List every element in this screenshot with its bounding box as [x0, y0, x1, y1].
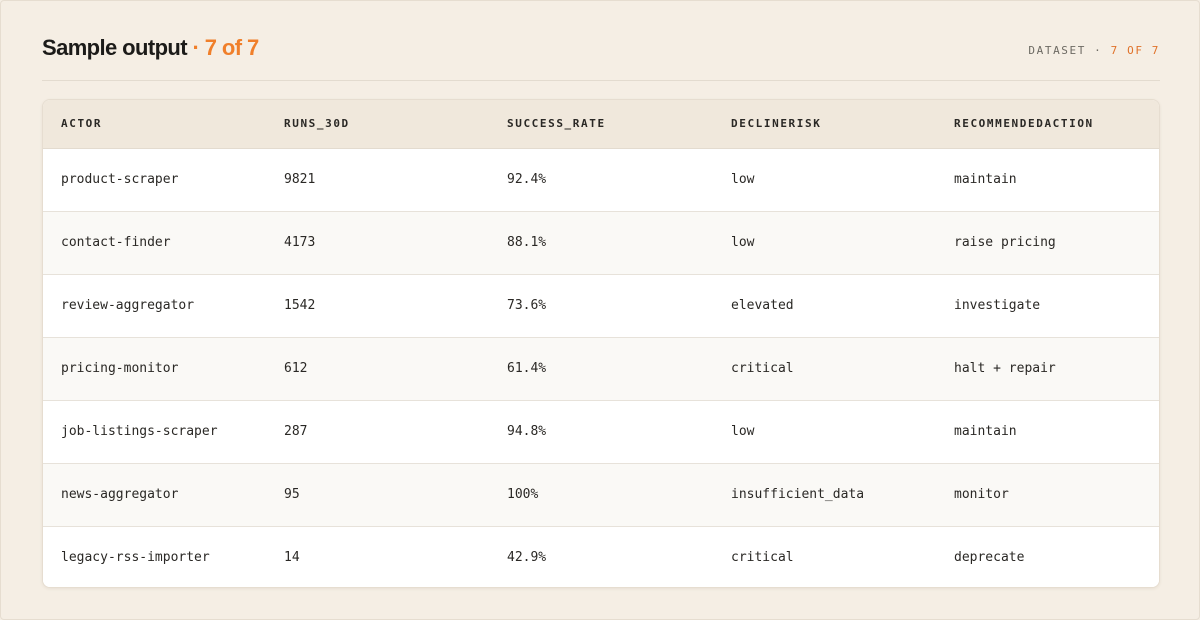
- cell-decline-risk: low: [713, 148, 936, 212]
- column-header-decline-risk: DECLINERISK: [713, 100, 936, 149]
- cell-recommended-action: raise pricing: [936, 211, 1159, 275]
- cell-decline-risk: critical: [713, 337, 936, 401]
- cell-runs: 14: [284, 550, 300, 565]
- cell-actor: contact-finder: [43, 211, 266, 275]
- title-text: Sample output: [42, 35, 188, 60]
- table-header-row: ACTOR RUNS_30D SUCCESS_RATE DECLINERISK …: [43, 100, 1159, 149]
- cell-recommended-action: deprecate: [954, 550, 1025, 565]
- table-row: pricing-monitor 612 61.4% critical halt …: [43, 337, 1159, 401]
- cell-runs: 287: [266, 400, 489, 464]
- output-table-card: ACTOR RUNS_30D SUCCESS_RATE DECLINERISK …: [42, 99, 1160, 588]
- cell-actor: product-scraper: [43, 148, 266, 212]
- column-header-recommended-action: RECOMMENDEDACTION: [936, 100, 1159, 149]
- cell-runs: 1542: [266, 274, 489, 338]
- cell-runs: 9821: [266, 148, 489, 212]
- cell-actor: pricing-monitor: [43, 337, 266, 401]
- cell-decline-risk: low: [713, 211, 936, 275]
- table-row: legacy-rss-importer 14 42.9% critical de…: [43, 526, 1159, 587]
- dataset-indicator: DATASET · 7 OF 7: [1028, 44, 1160, 57]
- cell-recommended-action: maintain: [936, 148, 1159, 212]
- cell-runs: 95: [266, 463, 489, 527]
- cell-runs: 4173: [266, 211, 489, 275]
- dataset-label: DATASET ·: [1028, 44, 1103, 57]
- cell-actor: job-listings-scraper: [43, 400, 266, 464]
- cell-decline-risk: critical: [731, 550, 794, 565]
- column-header-success-rate: SUCCESS_RATE: [489, 100, 713, 149]
- cell-recommended-action: halt + repair: [936, 337, 1159, 401]
- page-title: Sample output · 7 of 7: [42, 34, 259, 62]
- cell-decline-risk: insufficient_data: [713, 463, 936, 527]
- table-row: review-aggregator 1542 73.6% elevated in…: [43, 274, 1159, 338]
- table-row: product-scraper 9821 92.4% low maintain: [43, 148, 1159, 212]
- cell-actor: legacy-rss-importer: [61, 550, 210, 565]
- cell-recommended-action: monitor: [936, 463, 1159, 527]
- cell-recommended-action: investigate: [936, 274, 1159, 338]
- cell-success-rate: 88.1%: [489, 211, 713, 275]
- page-header: Sample output · 7 of 7 DATASET · 7 OF 7: [42, 34, 1160, 81]
- cell-success-rate: 73.6%: [489, 274, 713, 338]
- table-row: job-listings-scraper 287 94.8% low maint…: [43, 400, 1159, 464]
- cell-actor: review-aggregator: [43, 274, 266, 338]
- cell-success-rate: 42.9%: [507, 550, 547, 565]
- cell-success-rate: 94.8%: [489, 400, 713, 464]
- dataset-count: 7 OF 7: [1110, 44, 1160, 57]
- cell-recommended-action: maintain: [936, 400, 1159, 464]
- cell-success-rate: 92.4%: [489, 148, 713, 212]
- cell-success-rate: 61.4%: [489, 337, 713, 401]
- cell-decline-risk: elevated: [713, 274, 936, 338]
- table-row: news-aggregator 95 100% insufficient_dat…: [43, 463, 1159, 527]
- cell-success-rate: 100%: [489, 463, 713, 527]
- cell-actor: news-aggregator: [43, 463, 266, 527]
- title-count: · 7 of 7: [192, 35, 260, 60]
- cell-decline-risk: low: [713, 400, 936, 464]
- column-header-runs: RUNS_30D: [266, 100, 489, 149]
- output-table: ACTOR RUNS_30D SUCCESS_RATE DECLINERISK …: [43, 100, 1159, 587]
- table-row: contact-finder 4173 88.1% low raise pric…: [43, 211, 1159, 275]
- cell-runs: 612: [266, 337, 489, 401]
- column-header-actor: ACTOR: [43, 100, 266, 149]
- page-frame: Sample output · 7 of 7 DATASET · 7 OF 7 …: [0, 0, 1200, 620]
